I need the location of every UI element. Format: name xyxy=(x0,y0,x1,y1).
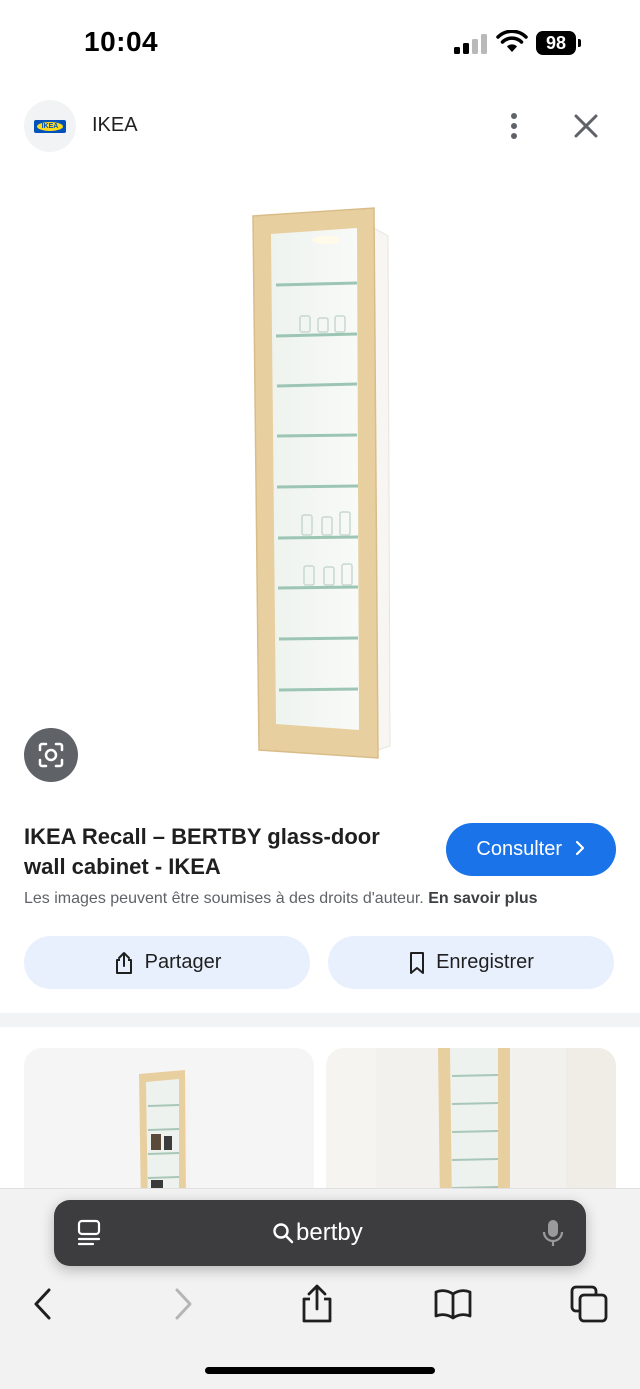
result-title[interactable]: IKEA Recall – BERTBY glass-door wall cab… xyxy=(24,822,424,882)
wifi-icon xyxy=(496,30,528,52)
status-time: 10:04 xyxy=(84,26,159,57)
more-vert-icon[interactable] xyxy=(500,110,528,142)
home-indicator xyxy=(205,1367,435,1374)
share-button[interactable]: Partager xyxy=(24,936,310,989)
address-text[interactable]: bertby xyxy=(296,1219,363,1247)
battery-indicator: 98 xyxy=(536,31,581,55)
site-name[interactable]: IKEA xyxy=(92,114,138,137)
share-label: Partager xyxy=(144,951,222,973)
tab-overview-icon[interactable] xyxy=(569,1284,609,1324)
visit-button[interactable]: Consulter xyxy=(446,823,616,876)
ikea-logo-icon: IKEA xyxy=(34,120,66,133)
save-label: Enregistrer xyxy=(436,951,534,973)
chevron-right-icon xyxy=(575,840,584,856)
back-icon[interactable] xyxy=(24,1284,64,1324)
copyright-note: Les images peuvent être soumises à des d… xyxy=(24,890,624,908)
site-logo[interactable]: IKEA xyxy=(24,100,76,152)
share-icon xyxy=(115,951,132,974)
cellular-signal-icon xyxy=(454,34,487,54)
bookmark-icon xyxy=(410,951,425,974)
battery-tip xyxy=(578,39,581,47)
related-cabinet-closeup-image xyxy=(326,1048,616,1208)
tabs-icon[interactable] xyxy=(76,1219,102,1247)
share-page-icon[interactable] xyxy=(297,1284,337,1324)
search-icon xyxy=(273,1223,294,1244)
forward-icon[interactable] xyxy=(162,1284,202,1324)
related-image-1[interactable] xyxy=(24,1048,314,1208)
bookmarks-icon[interactable] xyxy=(433,1284,473,1324)
close-icon[interactable] xyxy=(570,110,602,142)
logo-text: IKEA xyxy=(41,123,59,130)
learn-more-link[interactable]: En savoir plus xyxy=(428,890,537,907)
related-cabinet-image xyxy=(139,1070,190,1208)
section-divider xyxy=(0,1013,640,1027)
product-image[interactable] xyxy=(0,190,640,780)
address-bar[interactable]: bertby xyxy=(54,1200,586,1266)
site-header: IKEA IKEA xyxy=(0,100,640,154)
mic-icon[interactable] xyxy=(542,1218,564,1248)
lens-icon xyxy=(38,742,64,768)
lens-search-button[interactable] xyxy=(24,728,78,782)
related-image-2[interactable] xyxy=(326,1048,616,1208)
battery-level: 98 xyxy=(536,31,576,55)
status-bar: 10:04 98 xyxy=(0,0,640,88)
copyright-text: Les images peuvent être soumises à des d… xyxy=(24,890,424,907)
visit-label: Consulter xyxy=(476,838,563,860)
save-button[interactable]: Enregistrer xyxy=(328,936,614,989)
